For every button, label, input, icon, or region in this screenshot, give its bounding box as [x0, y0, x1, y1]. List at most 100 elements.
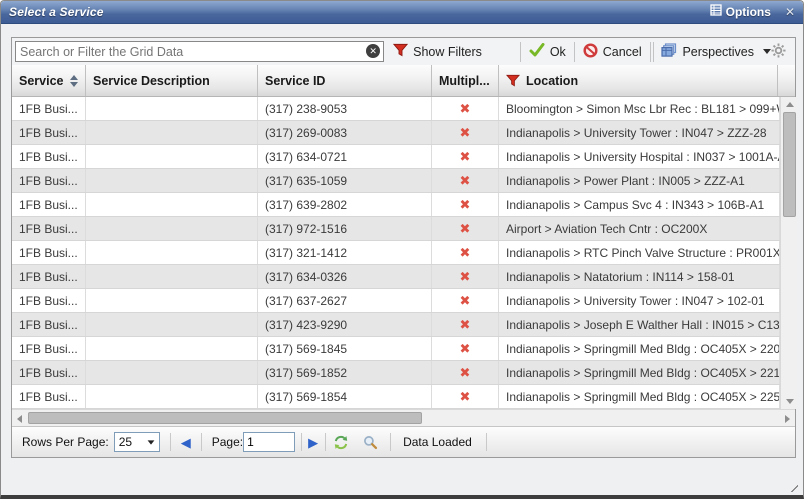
search-clear-icon[interactable]: ✕ — [366, 44, 380, 58]
column-header-service[interactable]: Service — [12, 65, 86, 96]
red-x-icon: ✖ — [460, 126, 471, 139]
table-body-wrap: 1FB Busi...(317) 238-9053✖Bloomington > … — [12, 97, 795, 409]
cell-multiple: ✖ — [432, 337, 499, 360]
cell-location: Indianapolis > University Hospital : IN0… — [499, 145, 780, 168]
select-service-dialog: Select a Service Options ✕ ✕ Show Filter… — [0, 0, 804, 499]
close-icon[interactable]: ✕ — [785, 5, 795, 19]
cell-service_id: (317) 635-1059 — [258, 169, 432, 192]
status-text: Data Loaded — [403, 435, 472, 449]
magnifier-icon[interactable] — [363, 435, 378, 450]
separator — [653, 42, 654, 62]
table-row[interactable]: 1FB Busi...(317) 423-9290✖Indianapolis >… — [12, 313, 780, 337]
scroll-right-arrow-icon[interactable] — [780, 411, 795, 426]
rows-per-page-label: Rows Per Page: — [22, 435, 109, 449]
red-x-icon: ✖ — [460, 366, 471, 379]
page-input[interactable] — [243, 432, 295, 452]
table-row[interactable]: 1FB Busi...(317) 569-1845✖Indianapolis >… — [12, 337, 780, 361]
cell-service: 1FB Busi... — [12, 337, 86, 360]
cell-location: Indianapolis > Campus Svc 4 : IN343 > 10… — [499, 193, 780, 216]
resize-handle[interactable] — [786, 480, 798, 492]
column-header-location[interactable]: Location — [499, 65, 778, 96]
sort-icon[interactable] — [70, 75, 78, 87]
gear-icon[interactable] — [771, 43, 786, 61]
cell-description — [86, 361, 258, 384]
cell-service: 1FB Busi... — [12, 313, 86, 336]
prev-page-button[interactable]: ◀ — [181, 436, 191, 449]
horizontal-scroll-thumb[interactable] — [28, 412, 422, 424]
cell-service: 1FB Busi... — [12, 385, 86, 408]
separator — [486, 433, 487, 451]
rows-per-page-value: 25 — [119, 435, 132, 449]
table-row[interactable]: 1FB Busi...(317) 637-2627✖Indianapolis >… — [12, 289, 780, 313]
cell-service_id: (317) 321-1412 — [258, 241, 432, 264]
table-row[interactable]: 1FB Busi...(317) 321-1412✖Indianapolis >… — [12, 241, 780, 265]
cell-service_id: (317) 569-1854 — [258, 385, 432, 408]
separator — [170, 433, 171, 451]
column-label: Service ID — [265, 74, 325, 88]
red-x-icon: ✖ — [460, 294, 471, 307]
column-header-multiple[interactable]: Multipl... — [432, 65, 499, 96]
cell-multiple: ✖ — [432, 361, 499, 384]
red-x-icon: ✖ — [460, 198, 471, 211]
table-row[interactable]: 1FB Busi...(317) 269-0083✖Indianapolis >… — [12, 121, 780, 145]
options-button[interactable]: Options — [710, 3, 771, 21]
column-header-service-id[interactable]: Service ID — [258, 65, 432, 96]
red-x-icon: ✖ — [460, 318, 471, 331]
cell-service_id: (317) 634-0326 — [258, 265, 432, 288]
cell-service_id: (317) 569-1845 — [258, 337, 432, 360]
cell-location: Bloomington > Simon Msc Lbr Rec : BL181 … — [499, 97, 780, 120]
vertical-scrollbar[interactable] — [780, 97, 797, 409]
table-row[interactable]: 1FB Busi...(317) 634-0721✖Indianapolis >… — [12, 145, 780, 169]
column-header-description[interactable]: Service Description — [86, 65, 258, 96]
content-frame: ✕ Show Filters Ok Cancel — [11, 37, 796, 458]
table-row[interactable]: 1FB Busi...(317) 569-1854✖Indianapolis >… — [12, 385, 780, 409]
cell-service: 1FB Busi... — [12, 217, 86, 240]
options-list-icon — [710, 3, 722, 21]
page-label: Page: — [212, 435, 243, 449]
cell-location: Indianapolis > Springmill Med Bldg : OC4… — [499, 361, 780, 384]
next-page-button[interactable]: ▶ — [308, 436, 318, 449]
perspectives-button[interactable]: Perspectives — [661, 43, 771, 61]
table-row[interactable]: 1FB Busi... (317) 639-2802 ✖ Indianapolis >… — [12, 193, 780, 217]
toolbar: ✕ Show Filters Ok Cancel — [12, 38, 795, 65]
cell-location: Indianapolis > Natatorium : IN114 > 158-… — [499, 265, 780, 288]
vertical-scroll-thumb[interactable] — [783, 112, 796, 217]
cell-service: 1FB Busi... — [12, 193, 86, 216]
ok-label: Ok — [550, 45, 566, 59]
cell-location: Indianapolis > Joseph E Walther Hall : I… — [499, 313, 780, 336]
search-wrap: ✕ — [15, 41, 384, 62]
cell-description — [86, 169, 258, 192]
scroll-up-arrow-icon[interactable] — [781, 97, 798, 112]
show-filters-button[interactable]: Show Filters — [393, 43, 482, 60]
table-row[interactable]: 1FB Busi...(317) 238-9053✖Bloomington > … — [12, 97, 780, 121]
perspectives-icon — [661, 43, 677, 61]
scroll-down-arrow-icon[interactable] — [781, 394, 798, 409]
cell-multiple: ✖ — [432, 241, 499, 264]
pager-footer: Rows Per Page: 25 ◀ Page: ▶ — [12, 426, 795, 457]
cell-location: Indianapolis > University Tower : IN047 … — [499, 121, 780, 144]
refresh-icon[interactable] — [333, 435, 349, 450]
separator — [301, 433, 302, 451]
table-row[interactable]: 1FB Busi...(317) 569-1852✖Indianapolis >… — [12, 361, 780, 385]
table-row[interactable]: 1FB Busi...(317) 634-0326✖Indianapolis >… — [12, 265, 780, 289]
cancel-button[interactable]: Cancel — [583, 43, 642, 61]
search-input[interactable] — [15, 41, 384, 62]
rows-per-page-select[interactable]: 25 — [114, 432, 160, 452]
header-corner — [778, 65, 795, 96]
cell-description — [86, 145, 258, 168]
cell-service_id: (317) 639-2802 — [258, 193, 432, 216]
table-row[interactable]: 1FB Busi...(317) 972-1516✖Airport > Avia… — [12, 217, 780, 241]
red-x-icon: ✖ — [460, 390, 471, 403]
red-x-icon: ✖ — [460, 342, 471, 355]
table-row[interactable]: 1FB Busi...(317) 635-1059✖Indianapolis >… — [12, 169, 780, 193]
scroll-left-arrow-icon[interactable] — [12, 411, 27, 426]
titlebar[interactable]: Select a Service Options ✕ — [1, 1, 803, 24]
separator — [650, 42, 651, 62]
cell-description — [86, 121, 258, 144]
ok-button[interactable]: Ok — [529, 43, 566, 60]
horizontal-scrollbar[interactable] — [12, 409, 795, 426]
filter-funnel-icon — [393, 43, 408, 60]
table-body: 1FB Busi...(317) 238-9053✖Bloomington > … — [12, 97, 780, 409]
column-label: Service — [19, 74, 63, 88]
check-icon — [529, 43, 545, 60]
